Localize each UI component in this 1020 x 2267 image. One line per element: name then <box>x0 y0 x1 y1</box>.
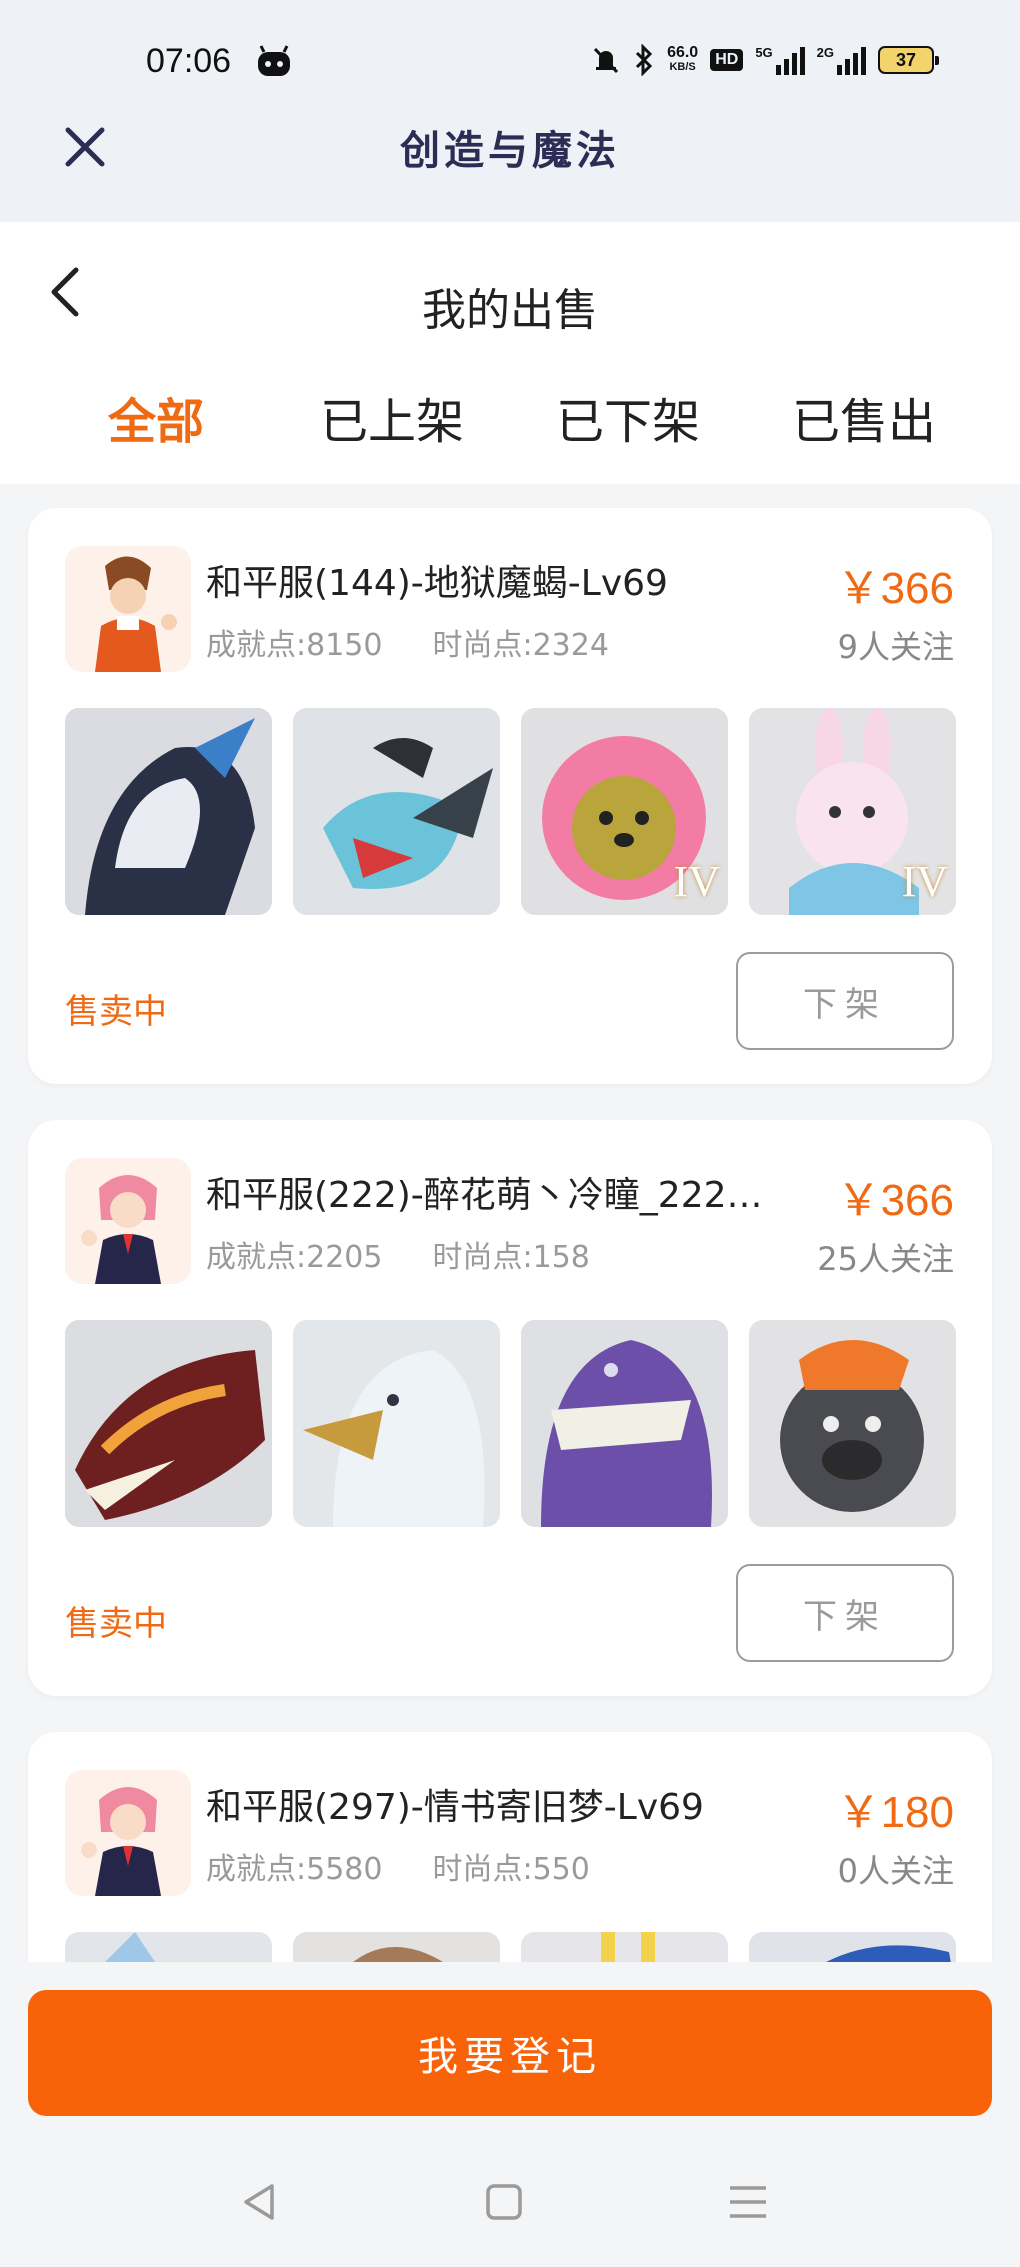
app-notification-icon <box>258 45 290 76</box>
pet-thumbnail[interactable] <box>293 708 500 915</box>
fashion-points: 时尚点:2324 <box>432 628 609 663</box>
bottom-bar: 我要登记 <box>0 1962 1020 2267</box>
menu-lines-icon[interactable] <box>726 2180 770 2224</box>
delist-button[interactable]: 下架 <box>736 1564 954 1662</box>
pet-thumbnail[interactable] <box>521 1932 728 1962</box>
follower-count: 9人关注 <box>837 628 954 666</box>
tab-sold[interactable]: 已售出 <box>746 382 982 452</box>
bluetooth-icon <box>636 44 653 76</box>
listing-stats: 成就点:8150 时尚点:2324 <box>206 620 609 664</box>
top-bar: 07:06 66.0 KB/S HD 5G 2G 37 创造与魔法 <box>0 0 1020 222</box>
miniprogram-title: 创造与魔法 <box>400 127 620 174</box>
listing-price: ￥366 <box>836 564 954 613</box>
battery-icon: 37 <box>878 46 939 74</box>
pet-thumbnail[interactable]: IV <box>749 708 956 915</box>
achievement-points: 成就点:8150 <box>206 628 383 663</box>
net-speed: 66.0 KB/S <box>667 44 699 74</box>
tab-all[interactable]: 全部 <box>38 382 274 452</box>
pet-thumbnail[interactable] <box>65 708 272 915</box>
pet-thumbnail[interactable] <box>65 1320 272 1527</box>
page-title: 我的出售 <box>422 285 598 336</box>
pet-thumbnail[interactable]: IV <box>521 708 728 915</box>
home-square-icon[interactable] <box>482 2180 526 2224</box>
signal-icon-2: 2G <box>817 45 866 75</box>
status-bar: 07:06 66.0 KB/S HD 5G 2G 37 <box>0 38 1020 92</box>
pet-thumbnail[interactable] <box>65 1932 272 1962</box>
listing-stats: 成就点:5580 时尚点:550 <box>206 1844 590 1888</box>
listing-price: ￥366 <box>836 1176 954 1225</box>
system-nav-bar <box>0 2180 1020 2240</box>
tab-listed[interactable]: 已上架 <box>274 382 510 452</box>
pet-thumbnails <box>65 1932 956 1962</box>
pet-thumbnails: IV IV <box>65 708 956 915</box>
grade-badge: IV <box>901 857 948 906</box>
sale-status: 售卖中 <box>65 1604 167 1644</box>
pet-thumbnails <box>65 1320 956 1527</box>
page-header: 我的出售 全部 已上架 已下架 已售出 <box>0 222 1020 484</box>
avatar <box>65 1770 191 1896</box>
pet-thumbnail[interactable] <box>521 1320 728 1527</box>
listing-price: ￥180 <box>836 1788 954 1837</box>
avatar <box>65 1158 191 1284</box>
achievement-points: 成就点:5580 <box>206 1852 383 1887</box>
listing-title[interactable]: 和平服(297)-情书寄旧梦-Lv69 <box>206 1778 766 1830</box>
signal-icon: 5G <box>755 45 805 75</box>
sale-status: 售卖中 <box>65 992 167 1032</box>
listing-card[interactable]: 和平服(222)-醉花萌丶冷瞳_222-Lv69 成就点:2205 时尚点:158… <box>28 1120 992 1696</box>
pet-thumbnail[interactable] <box>749 1932 956 1962</box>
fashion-points: 时尚点:550 <box>432 1852 590 1887</box>
pet-thumbnail[interactable] <box>293 1932 500 1962</box>
back-triangle-icon[interactable] <box>238 2180 282 2224</box>
status-right: 66.0 KB/S HD 5G 2G 37 <box>591 44 939 76</box>
pet-thumbnail[interactable] <box>293 1320 500 1527</box>
listing-card[interactable]: 和平服(297)-情书寄旧梦-Lv69 成就点:5580 时尚点:550 ￥180… <box>28 1732 992 1962</box>
avatar <box>65 546 191 672</box>
pet-thumbnail[interactable] <box>749 1320 956 1527</box>
follower-count: 0人关注 <box>837 1852 954 1890</box>
register-button[interactable]: 我要登记 <box>28 1990 992 2116</box>
follower-count: 25人关注 <box>817 1240 954 1278</box>
delist-button[interactable]: 下架 <box>736 952 954 1050</box>
grade-badge: IV <box>673 857 720 906</box>
listing-card[interactable]: 和平服(144)-地狱魔蝎-Lv69 成就点:8150 时尚点:2324 ￥366… <box>28 508 992 1084</box>
tab-bar: 全部 已上架 已下架 已售出 <box>0 382 1020 458</box>
listing-list[interactable]: 和平服(144)-地狱魔蝎-Lv69 成就点:8150 时尚点:2324 ￥366… <box>0 484 1020 1962</box>
achievement-points: 成就点:2205 <box>206 1240 383 1275</box>
status-time: 07:06 <box>146 42 232 80</box>
bell-muted-icon <box>593 47 619 74</box>
hd-badge: HD <box>710 49 744 71</box>
fashion-points: 时尚点:158 <box>432 1240 590 1275</box>
listing-stats: 成就点:2205 时尚点:158 <box>206 1232 590 1276</box>
listing-title[interactable]: 和平服(222)-醉花萌丶冷瞳_222-Lv69 <box>206 1166 766 1218</box>
listing-title[interactable]: 和平服(144)-地狱魔蝎-Lv69 <box>206 554 766 606</box>
tab-delisted[interactable]: 已下架 <box>510 382 746 452</box>
